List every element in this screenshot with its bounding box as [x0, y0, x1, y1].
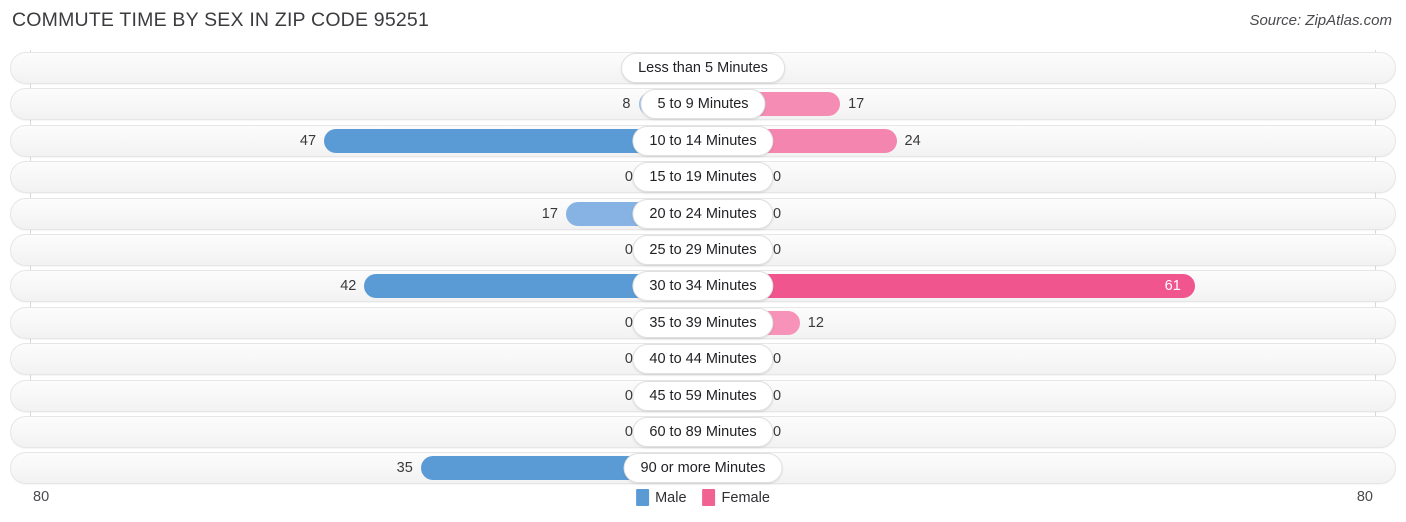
- category-label-pill: 20 to 24 Minutes: [632, 198, 774, 229]
- category-label-pill: 40 to 44 Minutes: [632, 344, 774, 375]
- bar-value-female: 0: [773, 387, 782, 404]
- chart-row[interactable]: 0 0 25 to 29 Minutes: [0, 232, 1406, 268]
- bar-value-female: 0: [773, 351, 782, 368]
- bar-value-female: 24: [904, 132, 921, 149]
- category-label-pill: 5 to 9 Minutes: [640, 89, 766, 120]
- chart-page: COMMUTE TIME BY SEX IN ZIP CODE 95251 So…: [0, 0, 1406, 522]
- bar-value-female: 0: [773, 241, 782, 258]
- category-label-pill: 90 or more Minutes: [623, 453, 783, 484]
- legend-label-male: Male: [655, 489, 687, 506]
- category-label-pill: 15 to 19 Minutes: [632, 162, 774, 193]
- category-label-pill: Less than 5 Minutes: [621, 53, 785, 83]
- legend-swatch-female-icon: [702, 489, 716, 506]
- legend-swatch-male-icon: [636, 489, 650, 506]
- chart-row[interactable]: 00Less than 5 Minutes: [0, 50, 1406, 86]
- bar-value-male: 8: [622, 96, 631, 113]
- chart-row[interactable]: 0 0 40 to 44 Minutes: [0, 341, 1406, 377]
- chart-row[interactable]: 17 0 20 to 24 Minutes: [0, 196, 1406, 232]
- chart-legend: Male Female: [636, 489, 770, 506]
- axis-tick-left: 80: [33, 489, 50, 505]
- bar-value-male: 17: [541, 205, 558, 222]
- bar-value-male: 35: [396, 460, 413, 477]
- category-label-pill: 10 to 14 Minutes: [632, 125, 774, 156]
- bar-female[interactable]: [703, 274, 1195, 299]
- legend-item-male[interactable]: Male: [636, 489, 687, 506]
- bar-value-female: 12: [807, 314, 824, 331]
- bar-value-female: 0: [773, 205, 782, 222]
- bar-value-male: 47: [299, 132, 317, 149]
- chart-row[interactable]: 0 0 60 to 89 Minutes: [0, 414, 1406, 450]
- source-attribution: Source: ZipAtlas.com: [1249, 12, 1392, 29]
- bar-value-male: 42: [340, 278, 357, 295]
- axis-tick-right: 80: [1356, 489, 1373, 505]
- category-label-pill: 60 to 89 Minutes: [632, 416, 774, 447]
- category-label-pill: 30 to 34 Minutes: [632, 271, 774, 302]
- legend-item-female[interactable]: Female: [702, 489, 770, 506]
- chart-row[interactable]: 0 0 45 to 59 Minutes: [0, 378, 1406, 414]
- chart-row[interactable]: 42 61 30 to 34 Minutes: [0, 268, 1406, 304]
- category-label-pill: 45 to 59 Minutes: [632, 380, 774, 411]
- chart-rows: 00Less than 5 Minutes8175 to 9 Minutes47…: [0, 50, 1406, 487]
- chart-footer: 80 80 Male Female: [0, 486, 1406, 522]
- legend-label-female: Female: [721, 489, 770, 506]
- page-title: COMMUTE TIME BY SEX IN ZIP CODE 95251: [12, 9, 430, 31]
- chart-row[interactable]: 0 0 15 to 19 Minutes: [0, 159, 1406, 195]
- bar-value-female: 61: [1164, 278, 1181, 295]
- chart-row[interactable]: 8 17 5 to 9 Minutes: [0, 86, 1406, 122]
- bar-value-female: 0: [773, 423, 782, 440]
- category-label-pill: 35 to 39 Minutes: [632, 307, 774, 338]
- category-label-pill: 25 to 29 Minutes: [632, 234, 774, 265]
- chart-row[interactable]: 35090 or more Minutes: [0, 450, 1406, 486]
- bar-value-female: 17: [848, 96, 865, 113]
- bar-value-female: 0: [773, 169, 782, 186]
- chart-row[interactable]: 47 24 10 to 14 Minutes: [0, 123, 1406, 159]
- chart-plot-area: 00Less than 5 Minutes8175 to 9 Minutes47…: [0, 50, 1406, 486]
- chart-row[interactable]: 0 12 35 to 39 Minutes: [0, 305, 1406, 341]
